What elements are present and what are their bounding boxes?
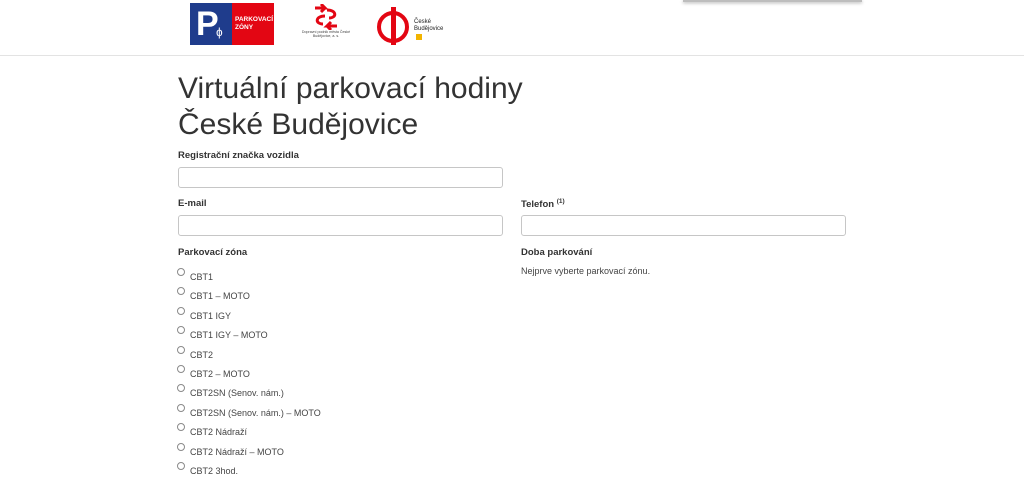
ceske-budejovice-logo[interactable]: České Budějovice: [376, 7, 446, 45]
zone-option-label[interactable]: CBT2SN (Senov. nám.): [190, 388, 284, 398]
dopravni-podnik-caption: Dopravní podnik města České Budějovice, …: [301, 30, 351, 39]
radio-button[interactable]: [177, 268, 185, 276]
radio-button[interactable]: [177, 364, 185, 373]
zone-option-label[interactable]: CBT1: [190, 272, 213, 282]
radio-button[interactable]: [177, 403, 185, 412]
parkovaci-zony-text-block: PARKOVACÍ ZÓNY: [232, 3, 274, 45]
page-title-line2: České Budějovice: [178, 108, 419, 141]
zone-option[interactable]: CBT2SN (Senov. nám.) – MOTO: [177, 403, 321, 422]
zone-option[interactable]: CBT1 IGY: [177, 306, 321, 325]
radio-button[interactable]: [177, 287, 185, 296]
zone-option-label[interactable]: CBT2SN (Senov. nám.) – MOTO: [190, 408, 321, 418]
zone-option-label[interactable]: CBT2 3hod.: [190, 466, 238, 476]
parking-p-block: P ɸ: [190, 3, 232, 45]
ceske-budejovice-text: České Budějovice: [414, 19, 443, 33]
phone-label: Telefon (1): [521, 198, 565, 210]
zone-radio-list: CBT1 CBT1 – MOTO CBT1 IGY CBT1 IGY – MOT…: [177, 267, 321, 480]
zone-option-label[interactable]: CBT1 IGY: [190, 311, 231, 321]
site-header: P ɸ PARKOVACÍ ZÓNY Dopravní podnik města…: [0, 0, 1024, 56]
dopravni-podnik-arrows-icon: [315, 4, 337, 30]
registration-label: Registrační značka vozidla: [178, 150, 299, 161]
zone-option[interactable]: CBT2 – MOTO: [177, 364, 321, 383]
zone-option-label[interactable]: CBT2 – MOTO: [190, 369, 250, 379]
phone-input[interactable]: [521, 215, 846, 236]
duration-hint: Nejprve vyberte parkovací zónu.: [521, 266, 651, 276]
yellow-square-icon: [416, 34, 422, 40]
zone-option[interactable]: CBT1 IGY – MOTO: [177, 325, 321, 344]
zone-option-label[interactable]: CBT2 Nádraží – MOTO: [190, 447, 284, 457]
registration-input[interactable]: [178, 167, 503, 188]
duration-label: Doba parkování: [521, 247, 593, 258]
ceske-text: České: [414, 19, 432, 25]
email-input[interactable]: [178, 215, 503, 236]
phone-footnote-marker: (1): [556, 198, 565, 205]
zone-option[interactable]: CBT1: [177, 267, 321, 286]
radio-button[interactable]: [177, 384, 185, 393]
zone-option-label[interactable]: CBT1 – MOTO: [190, 291, 250, 301]
email-label: E-mail: [178, 198, 207, 209]
radio-button[interactable]: [177, 461, 185, 470]
parking-phi-symbol: ɸ: [216, 25, 223, 39]
zone-option-label[interactable]: CBT2: [190, 350, 213, 360]
page-title: Virtuální parkovací hodiny České Budějov…: [178, 71, 578, 143]
menu-edge: [683, 0, 862, 2]
radio-button[interactable]: [177, 442, 185, 451]
zone-label: Parkovací zóna: [178, 247, 248, 258]
radio-button[interactable]: [177, 306, 185, 315]
zone-option[interactable]: CBT2 Nádraží: [177, 422, 321, 441]
zone-option[interactable]: CBT2 3hod.: [177, 461, 321, 480]
zone-option[interactable]: CBT2SN (Senov. nám.): [177, 383, 321, 402]
zone-option[interactable]: CBT1 – MOTO: [177, 286, 321, 305]
zone-option-label[interactable]: CBT2 Nádraží: [190, 427, 247, 437]
zone-option[interactable]: CBT2: [177, 345, 321, 364]
radio-button[interactable]: [177, 326, 185, 335]
budejovice-text: Budějovice: [414, 26, 444, 32]
phone-label-text: Telefon: [521, 199, 555, 211]
radio-button[interactable]: [177, 423, 185, 432]
parkovaci-zony-logo[interactable]: P ɸ PARKOVACÍ ZÓNY: [190, 3, 274, 45]
ceske-budejovice-emblem-icon: [377, 7, 409, 45]
zone-option-label[interactable]: CBT1 IGY – MOTO: [190, 330, 268, 340]
zone-option[interactable]: CBT2 Nádraží – MOTO: [177, 442, 321, 461]
radio-button[interactable]: [177, 345, 185, 354]
parkovaci-zony-text: PARKOVACÍ ZÓNY: [235, 16, 274, 31]
dopravni-podnik-logo[interactable]: Dopravní podnik města České Budějovice, …: [298, 4, 354, 46]
page-title-line1: Virtuální parkovací hodiny: [178, 72, 523, 105]
